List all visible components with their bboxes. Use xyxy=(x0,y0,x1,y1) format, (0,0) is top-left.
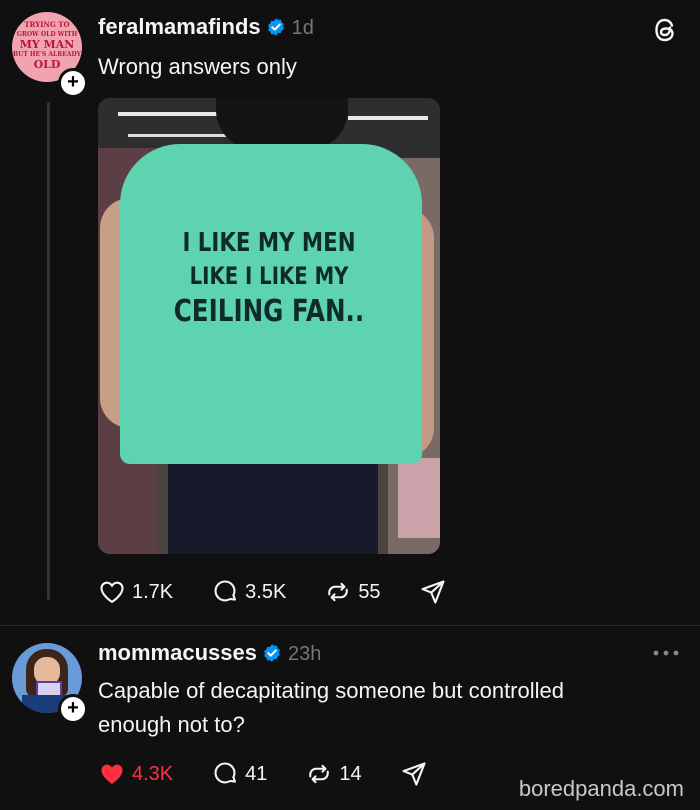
shirt-text: I LIKE MY MEN xyxy=(182,228,356,258)
repost-button[interactable]: 14 xyxy=(305,760,362,788)
repost-count: 55 xyxy=(358,580,381,603)
reply-count: 41 xyxy=(245,762,268,785)
post-text-line: Capable of decapitating someone but cont… xyxy=(98,678,564,703)
ceiling-light xyxy=(118,112,218,116)
reply-button[interactable]: 41 xyxy=(211,760,267,788)
like-count: 1.7K xyxy=(132,580,174,603)
watermark: boredpanda.com xyxy=(518,776,684,801)
username[interactable]: mommacusses xyxy=(98,640,257,665)
verified-icon xyxy=(264,644,280,662)
repost-icon xyxy=(328,582,349,602)
post-text: Wrong answers only xyxy=(98,54,297,79)
ceiling-light xyxy=(128,134,238,137)
threads-logo-icon[interactable] xyxy=(652,16,680,44)
post-text-line: enough not to? xyxy=(98,712,245,737)
username[interactable]: feralmamafinds xyxy=(98,14,261,39)
post-image[interactable]: I LIKE MY MEN LIKE I LIKE MY CEILING FAN… xyxy=(98,98,440,554)
avatar-text: TRYING TO xyxy=(24,20,70,29)
follow-plus-icon[interactable]: + xyxy=(58,68,88,98)
like-button[interactable]: 1.7K xyxy=(98,578,173,606)
reply-button[interactable]: 3.5K xyxy=(211,578,286,606)
comment-icon xyxy=(214,762,237,784)
post-actions: 1.7K 3.5K 55 xyxy=(98,578,491,606)
post-actions: 4.3K 41 14 xyxy=(98,760,472,788)
share-icon xyxy=(421,580,445,604)
post-time: 23h xyxy=(287,643,322,665)
ceiling-light xyxy=(348,116,428,120)
share-button[interactable] xyxy=(419,578,453,606)
more-icon[interactable] xyxy=(652,646,680,660)
avatar-text: MY MAN xyxy=(19,38,75,51)
thread-line xyxy=(47,102,50,600)
like-button[interactable]: 4.3K xyxy=(98,760,173,788)
repost-icon xyxy=(309,764,330,784)
follow-plus-icon[interactable]: + xyxy=(58,694,88,724)
heart-icon xyxy=(101,764,123,784)
store-bag xyxy=(398,458,440,538)
share-button[interactable] xyxy=(400,760,434,788)
share-icon xyxy=(402,762,426,786)
divider xyxy=(0,625,700,626)
shirt-text: CEILING FAN.. xyxy=(173,294,365,329)
post-header: mommacusses 23h xyxy=(98,640,321,666)
verified-icon xyxy=(267,18,284,36)
reply-count: 3.5K xyxy=(245,580,287,603)
hair xyxy=(216,98,348,150)
post-text: Capable of decapitating someone but cont… xyxy=(98,674,564,742)
like-count: 4.3K xyxy=(132,762,174,785)
repost-button[interactable]: 55 xyxy=(324,578,381,606)
post-time: 1d xyxy=(291,17,314,39)
heart-icon xyxy=(100,581,124,604)
shirt-text: LIKE I LIKE MY xyxy=(189,262,349,290)
post-header: feralmamafinds 1d xyxy=(98,14,314,40)
repost-count: 14 xyxy=(339,762,362,785)
comment-icon xyxy=(214,580,237,602)
